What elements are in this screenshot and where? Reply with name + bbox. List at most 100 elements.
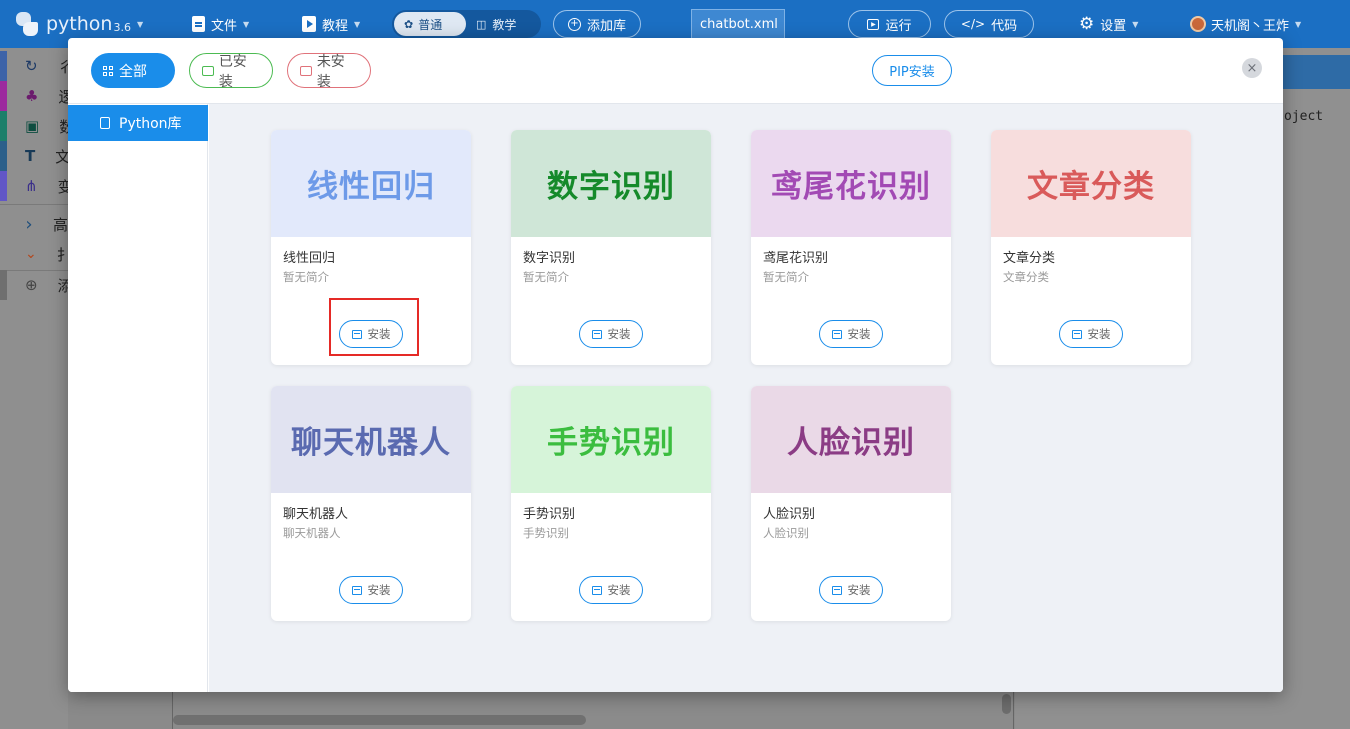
app-version: 3.6 (113, 20, 131, 34)
card-description: 文章分类 (1003, 270, 1049, 284)
nav-item-label: Python库 (119, 116, 182, 132)
library-card[interactable]: 手势识别 手势识别 手势识别 安装 (511, 386, 711, 621)
card-description: 暂无简介 (763, 270, 809, 284)
card-description: 暂无简介 (523, 270, 569, 284)
sidebar-item-variable[interactable]: ⋔ 变 (0, 171, 73, 201)
text-icon: T (25, 147, 36, 165)
install-button[interactable]: 安装 (819, 320, 883, 348)
play-icon: ▶ (867, 18, 880, 30)
install-button[interactable]: 安装 (339, 576, 403, 604)
library-card[interactable]: 聊天机器人 聊天机器人 聊天机器人 安装 (271, 386, 471, 621)
chevron-down-icon: ▼ (354, 19, 361, 29)
card-description: 暂无简介 (283, 270, 329, 284)
monitor-x-icon (300, 65, 312, 76)
package-icon (351, 585, 362, 595)
horizontal-scrollbar[interactable] (173, 715, 586, 725)
chevron-down-icon: ▼ (1132, 19, 1139, 29)
filter-installed-button[interactable]: 已安装 (189, 53, 273, 90)
filter-not-installed-button[interactable]: 未安装 (287, 53, 371, 90)
mode-teach-button[interactable]: ◫ 教学 (466, 12, 526, 36)
chevron-down-icon: ▼ (243, 19, 250, 29)
install-label: 安装 (1087, 327, 1111, 341)
card-title: 手势识别 (523, 507, 576, 522)
install-label: 安装 (847, 583, 871, 597)
sidebar-divider (0, 204, 68, 205)
card-banner: 线性回归 (271, 130, 471, 237)
install-button[interactable]: 安装 (579, 320, 643, 348)
calculator-icon: ▣ (25, 117, 40, 135)
code-button[interactable]: </> 代码 (944, 10, 1034, 38)
package-icon (1071, 329, 1082, 339)
sidebar-item-text[interactable]: T文 (0, 141, 70, 171)
card-title: 鸢尾花识别 (763, 251, 829, 266)
install-label: 安装 (367, 583, 391, 597)
file-icon (192, 16, 205, 32)
file-tab-label: chatbot.xml (700, 17, 778, 32)
install-label: 安装 (607, 327, 631, 341)
sidebar-item-loop[interactable]: ↻ 彳 (0, 51, 73, 81)
refresh-icon: ↻ (25, 57, 38, 75)
python-logo-icon (14, 11, 40, 37)
run-button[interactable]: ▶ 运行 (848, 10, 931, 38)
card-banner: 鸢尾花识别 (751, 130, 951, 237)
sidebar-item-math[interactable]: ▣ 数 (0, 111, 74, 141)
library-card[interactable]: 数字识别 数字识别 暂无简介 安装 (511, 130, 711, 365)
block-category-sidebar: ↻ 彳 ♣ 逻 ▣ 数 T文 ⋔ 变 › 高 ⌄ 扌 ⊕ 添 (0, 48, 74, 729)
mode-toggle: ✿ 普通 ◫ 教学 (392, 10, 541, 38)
mode-teach-label: 教学 (492, 17, 517, 32)
package-icon (831, 585, 842, 595)
palette-icon: ✿ (404, 17, 414, 31)
tree-icon: ♣ (25, 87, 39, 105)
library-card[interactable]: 鸢尾花识别 鸢尾花识别 暂无简介 安装 (751, 130, 951, 365)
vertical-scrollbar[interactable] (1002, 694, 1011, 714)
card-banner: 手势识别 (511, 386, 711, 493)
settings-label: 设置 (1100, 18, 1127, 34)
sidebar-item-extensions[interactable]: ⌄ 扌 (0, 239, 72, 269)
card-banner: 人脸识别 (751, 386, 951, 493)
package-icon (591, 329, 602, 339)
sidebar-item-add[interactable]: ⊕ 添 (0, 270, 73, 300)
card-banner: 聊天机器人 (271, 386, 471, 493)
card-title: 人脸识别 (763, 507, 816, 522)
user-name: 天机阁丶王炸 (1211, 18, 1290, 34)
filter-all-button[interactable]: 全部 (91, 53, 175, 88)
app-name: python (46, 13, 113, 35)
code-label: 代码 (991, 18, 1018, 34)
library-card[interactable]: 人脸识别 人脸识别 人脸识别 安装 (751, 386, 951, 621)
card-banner: 数字识别 (511, 130, 711, 237)
clipboard-icon (100, 117, 110, 129)
add-library-button[interactable]: + 添加库 (553, 10, 642, 38)
card-banner: 文章分类 (991, 130, 1191, 237)
close-icon[interactable]: × (1242, 58, 1262, 78)
install-label: 安装 (847, 327, 871, 341)
chevron-down-icon: ⌄ (25, 246, 37, 262)
chevron-down-icon: ▼ (1295, 19, 1302, 29)
plus-circle-icon: + (568, 17, 581, 31)
code-panel-header (1283, 55, 1350, 89)
card-description: 人脸识别 (763, 526, 809, 540)
mode-normal-button[interactable]: ✿ 普通 (394, 12, 466, 36)
monitor-check-icon (202, 65, 214, 76)
avatar (1190, 16, 1206, 32)
pip-install-button[interactable]: PIP安装 (872, 55, 952, 86)
variable-icon: ⋔ (25, 177, 38, 195)
package-icon (591, 585, 602, 595)
filter-not-installed-label: 未安装 (316, 53, 345, 90)
sidebar-item-advanced[interactable]: › 高 (0, 209, 68, 239)
card-description: 聊天机器人 (283, 526, 341, 540)
install-button[interactable]: 安装 (579, 576, 643, 604)
nav-item-python-lib[interactable]: Python库 (68, 105, 208, 141)
run-label: 运行 (885, 18, 912, 34)
install-button[interactable]: 安装 (819, 576, 883, 604)
library-card[interactable]: 文章分类 文章分类 文章分类 安装 (991, 130, 1191, 365)
card-title: 线性回归 (283, 251, 336, 266)
sidebar-item-logic[interactable]: ♣ 逻 (0, 81, 73, 111)
dialog-nav: Python库 (68, 104, 208, 692)
chevron-down-icon: ▼ (136, 19, 144, 29)
code-snippet: oject (1284, 109, 1324, 124)
install-button[interactable]: 安装 (1059, 320, 1123, 348)
grid-icon (103, 65, 113, 76)
gear-icon: ⚙ (1079, 14, 1095, 34)
highlight-box (329, 298, 419, 356)
card-description: 手势识别 (523, 526, 569, 540)
